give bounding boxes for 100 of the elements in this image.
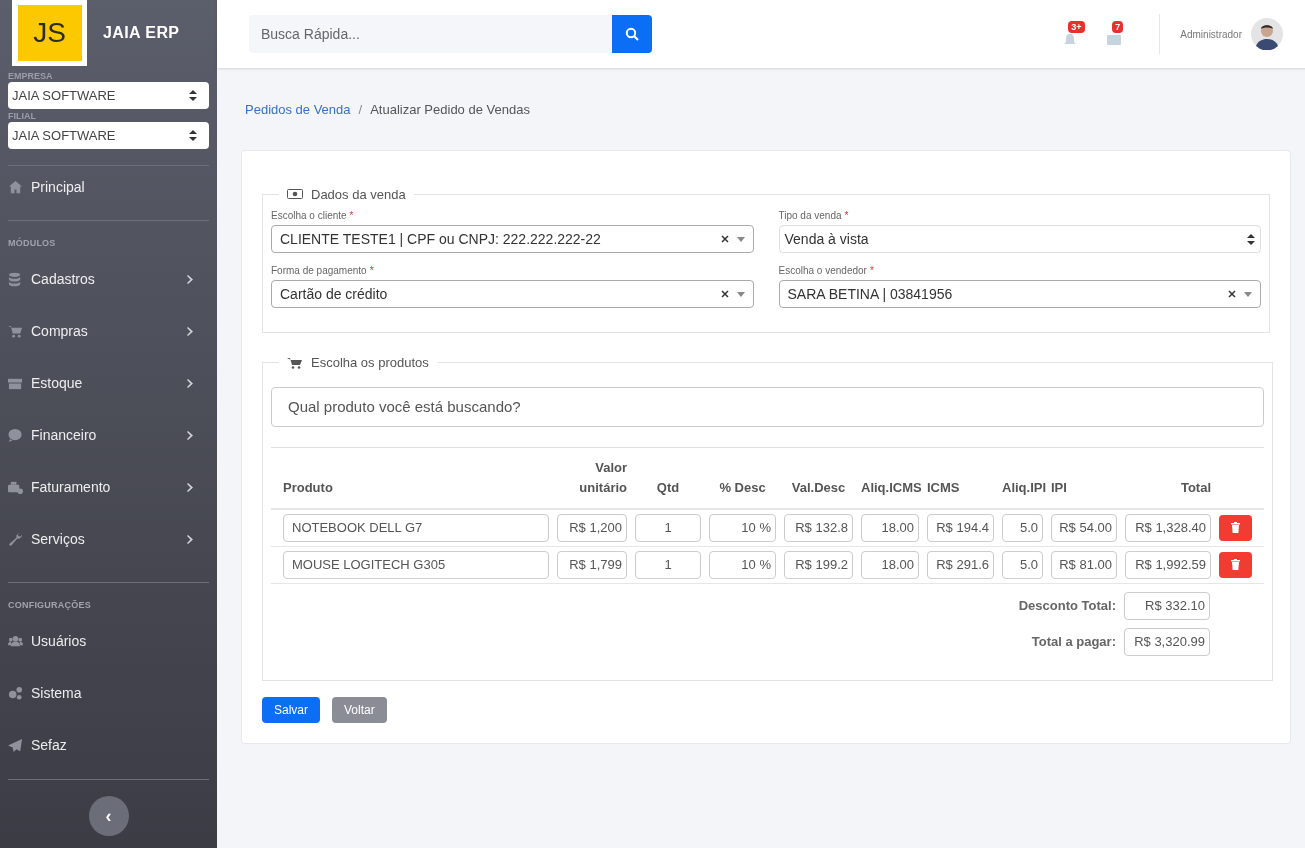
sort-icon <box>1247 233 1255 245</box>
table-cell-field[interactable]: R$ 1,200 <box>557 513 627 542</box>
table-cell-field[interactable]: R$ 132.8 <box>784 513 853 542</box>
caret-down-icon <box>736 291 745 297</box>
clear-icon <box>720 290 729 298</box>
table-cell-field[interactable]: 1 <box>635 550 701 579</box>
chevron-right-icon <box>187 379 193 388</box>
section-title: Dados da venda <box>311 185 406 204</box>
nav-heading: MÓDULOS <box>8 237 57 250</box>
chevron-right-icon <box>187 535 193 544</box>
trash-icon <box>1231 522 1240 533</box>
wrench-icon <box>8 532 23 547</box>
nav-item[interactable]: Faturamento <box>8 461 209 514</box>
table-cell-field[interactable]: 18.00 <box>861 550 919 579</box>
users-icon <box>8 633 23 649</box>
caret-down-icon <box>1244 291 1252 297</box>
save-button[interactable]: Salvar <box>262 696 320 723</box>
required-mark: * <box>369 264 374 278</box>
select-field[interactable]: CLIENTE TESTE1 | CPF ou CNPJ: 222.222.222-22 <box>271 225 754 253</box>
cart-icon <box>287 356 303 369</box>
nav-heading: CONFIGURAÇÕES <box>8 598 92 612</box>
clear-icon <box>720 235 729 243</box>
nav-item[interactable]: Compras <box>8 305 209 358</box>
field-label: Tipo da venda <box>778 209 842 223</box>
nav-item[interactable]: Usuários <box>8 615 209 667</box>
select-label: FILIAL <box>8 110 37 122</box>
table-cell-field[interactable]: 5.0 <box>1002 550 1043 579</box>
chevron-right-icon <box>187 431 193 440</box>
cart-icon <box>8 324 23 339</box>
nav-item[interactable]: Sefaz <box>8 719 209 771</box>
nav-item[interactable]: Cadastros <box>8 253 209 306</box>
bell-icon <box>1063 34 1078 46</box>
breadcrumb-separator: / <box>358 101 363 119</box>
box-icon <box>8 376 23 391</box>
breadcrumb-link[interactable]: Pedidos de Venda <box>245 100 351 120</box>
select-field[interactable]: Cartão de crédito <box>271 280 754 308</box>
table-cell-field[interactable]: R$ 1,799 <box>557 550 627 579</box>
table-cell-field[interactable]: R$ 199.2 <box>784 550 853 579</box>
table-cell-field[interactable]: R$ 81.00 <box>1051 550 1117 579</box>
total-label: Total a pagar: <box>1031 632 1116 651</box>
home-icon <box>8 179 23 195</box>
envelope-icon <box>1107 34 1122 46</box>
company-select[interactable]: JAIA SOFTWARE <box>8 82 209 109</box>
table-cell-field[interactable]: 5.0 <box>1002 513 1043 542</box>
table-cell-field[interactable]: R$ 1,992.59 <box>1125 550 1211 579</box>
chevron-right-icon <box>187 327 193 336</box>
delete-button[interactable] <box>1219 551 1252 578</box>
search-button[interactable] <box>612 15 652 53</box>
notifications-button[interactable]: 3+ <box>1063 22 1088 46</box>
table-cell-field[interactable]: 10 % <box>709 550 776 579</box>
table-cell-field[interactable]: MOUSE LOGITECH G305 <box>283 550 549 579</box>
column-header: Valor unitário <box>578 458 627 497</box>
column-header: Qtd <box>655 478 681 497</box>
search-field[interactable]: Busca Rápida... <box>249 15 612 53</box>
messages-button[interactable]: 7 <box>1107 22 1132 46</box>
section-title: Escolha os produtos <box>311 354 429 372</box>
table-cell-field[interactable]: R$ 194.4 <box>927 513 994 542</box>
nav-item[interactable]: Principal <box>8 170 209 204</box>
cash-icon <box>287 188 303 201</box>
column-header: Total <box>1179 478 1211 497</box>
table-cell-field[interactable]: 18.00 <box>861 513 919 542</box>
column-header: Produto <box>283 478 334 497</box>
company-select[interactable]: JAIA SOFTWARE <box>8 122 209 149</box>
database-icon <box>8 272 23 287</box>
avatar-icon <box>1251 18 1283 50</box>
table-cell-field[interactable]: 1 <box>635 513 701 542</box>
product-search-field[interactable]: Qual produto você está buscando? <box>271 386 1264 427</box>
column-header: % Desc <box>718 478 767 497</box>
delete-button[interactable] <box>1219 514 1252 541</box>
caret-down-icon <box>736 236 745 242</box>
required-mark: * <box>844 209 849 223</box>
count-badge: 7 <box>1112 21 1124 33</box>
brand-name: JAIA ERP <box>103 23 180 43</box>
required-mark: * <box>349 209 354 223</box>
nav-item[interactable]: Serviços <box>8 513 209 566</box>
nav-item[interactable]: Financeiro <box>8 409 209 462</box>
table-cell-field[interactable]: R$ 1,328.40 <box>1125 513 1211 542</box>
table-cell-field[interactable]: R$ 291.6 <box>927 550 994 579</box>
search-icon <box>625 27 639 41</box>
sort-icon <box>189 90 197 101</box>
count-badge: 3+ <box>1068 21 1085 33</box>
chevron-right-icon <box>187 483 193 492</box>
field-label: Forma de pagamento <box>271 264 367 278</box>
nav-item[interactable]: Sistema <box>8 667 209 719</box>
select-field[interactable]: SARA BETINA | 03841956 <box>778 280 1261 308</box>
clear-icon <box>1228 290 1236 298</box>
collapse-button[interactable]: ‹ <box>88 796 129 836</box>
field-label: Escolha o cliente <box>271 209 347 223</box>
total-field: R$ 3,320.99 <box>1124 627 1210 656</box>
required-mark: * <box>869 264 874 278</box>
table-cell-field[interactable]: 10 % <box>709 513 776 542</box>
logo-mark: JS <box>17 5 82 61</box>
select-label: EMPRESA <box>8 70 54 82</box>
table-cell-field[interactable]: NOTEBOOK DELL G7 <box>283 513 549 542</box>
nav-item[interactable]: Estoque <box>8 357 209 410</box>
table-cell-field[interactable]: R$ 54.00 <box>1051 513 1117 542</box>
sort-icon <box>189 130 197 141</box>
breadcrumb-current: Atualizar Pedido de Vendas <box>370 101 530 119</box>
dropdown-field[interactable]: Venda à vista <box>778 225 1261 253</box>
total-label: Desconto Total: <box>1018 596 1116 615</box>
